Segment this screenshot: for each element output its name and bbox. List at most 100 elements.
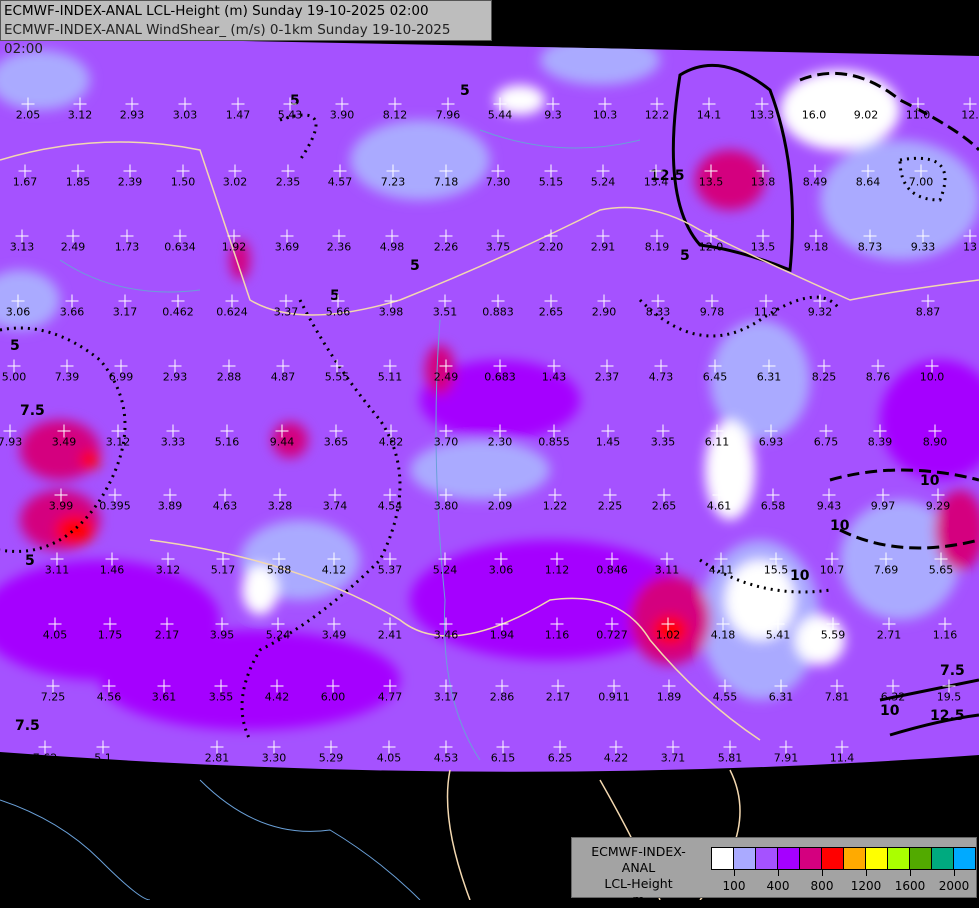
value-label: 7.81 [824,690,850,704]
value-label: 13.5 [750,240,776,254]
value-label: 2.05 [15,108,41,122]
value-label: 5.15 [538,175,564,189]
value-label: 0.911 [598,690,630,704]
value-label: 13 [963,240,977,254]
value-label: 1.73 [114,240,140,254]
value-label: 4.56 [96,690,122,704]
value-label: 4.54 [377,499,403,513]
field-patch [80,450,100,470]
value-label: 2.41 [377,628,403,642]
value-label: 1.89 [656,690,682,704]
value-label: 4.18 [710,628,736,642]
value-label: 3.89 [157,499,183,513]
value-label: 5.55 [324,370,350,384]
value-label: 6.00 [320,690,346,704]
value-label: 10.7 [819,563,845,577]
contour-label: 10 [920,473,940,489]
title-lcl-height: ECMWF-INDEX-ANAL LCL-Height (m) Sunday 1… [4,3,429,19]
legend-tick-label: 100 [722,879,746,893]
value-label: 3.99 [48,499,74,513]
legend-swatch [844,848,866,869]
value-label: 0.462 [162,305,194,319]
value-label: 7.93 [0,435,23,449]
value-label: 3.46 [433,628,459,642]
value-label: 7.91 [773,751,799,765]
value-label: 4.22 [603,751,629,765]
value-label: 5.1 [94,751,112,765]
value-label: 8.19 [644,240,670,254]
value-label: 3.12 [105,435,131,449]
value-label: 3.69 [274,240,300,254]
value-label: 1.67 [12,175,38,189]
value-label: 5.43 [277,108,303,122]
field-patch [820,140,979,260]
value-label: 5.24 [265,628,291,642]
value-label: 3.95 [209,628,235,642]
value-label: 9.44 [269,435,295,449]
value-label: 0.624 [216,305,248,319]
value-label: 2.35 [275,175,301,189]
value-label: 14.1 [696,108,722,122]
value-label: 2.39 [117,175,143,189]
contour-label: 5 [25,553,35,569]
value-label: 9.18 [803,240,829,254]
value-label: 5.88 [266,563,292,577]
value-label: 5.29 [318,751,344,765]
value-label: 2.37 [594,370,620,384]
value-label: 0.634 [164,240,196,254]
value-label: 1.45 [595,435,621,449]
value-label: 2.25 [597,499,623,513]
value-label: 3.11 [44,563,70,577]
value-label: 1.85 [65,175,91,189]
contour-label: 5 [460,83,470,99]
contour-label: 7.5 [940,663,965,679]
value-label: 1.47 [225,108,251,122]
legend-tick [910,870,911,876]
value-label: 7.39 [54,370,80,384]
value-label: 1.12 [544,563,570,577]
value-label: 1.94 [489,628,515,642]
value-label: 6.31 [768,690,794,704]
value-label: 3.17 [433,690,459,704]
value-label: 10.0 [919,370,945,384]
legend-swatch [822,848,844,869]
value-label: 9.02 [853,108,879,122]
value-label: 3.80 [433,499,459,513]
value-label: 7.30 [485,175,511,189]
value-label: 5.24 [432,563,458,577]
legend-tick-label: 400 [766,879,790,893]
value-label: 3.71 [660,751,686,765]
value-label: 4.82 [378,435,404,449]
value-label: 3.33 [160,435,186,449]
legend-swatch [756,848,778,869]
value-label: 1.92 [221,240,247,254]
value-label: 0.855 [538,435,570,449]
value-label: 2.90 [591,305,617,319]
value-label: 4.98 [379,240,405,254]
legend-swatch [910,848,932,869]
contour-label: 5 [680,248,690,264]
value-label: 4.61 [706,499,732,513]
value-label: 3.35 [650,435,676,449]
value-label: 1.46 [99,563,125,577]
value-label: 7.62 [32,751,58,765]
value-label: 6.15 [490,751,516,765]
value-label: 5.17 [210,563,236,577]
value-label: 9.3 [544,108,562,122]
value-label: 3.30 [261,751,287,765]
value-label: 1.43 [541,370,567,384]
legend-swatch [866,848,888,869]
value-label: 3.70 [433,435,459,449]
legend-tick [822,870,823,876]
value-label: 0.683 [484,370,516,384]
value-label: 6.93 [758,435,784,449]
value-label: 0.727 [596,628,628,642]
value-label: 8.39 [867,435,893,449]
value-label: 9.97 [870,499,896,513]
value-label: 2.71 [876,628,902,642]
field-patch [350,120,490,200]
value-label: 8.49 [802,175,828,189]
legend-model: ECMWF-INDEX-ANAL [591,844,686,875]
value-label: 4.11 [708,563,734,577]
value-label: 1.50 [170,175,196,189]
